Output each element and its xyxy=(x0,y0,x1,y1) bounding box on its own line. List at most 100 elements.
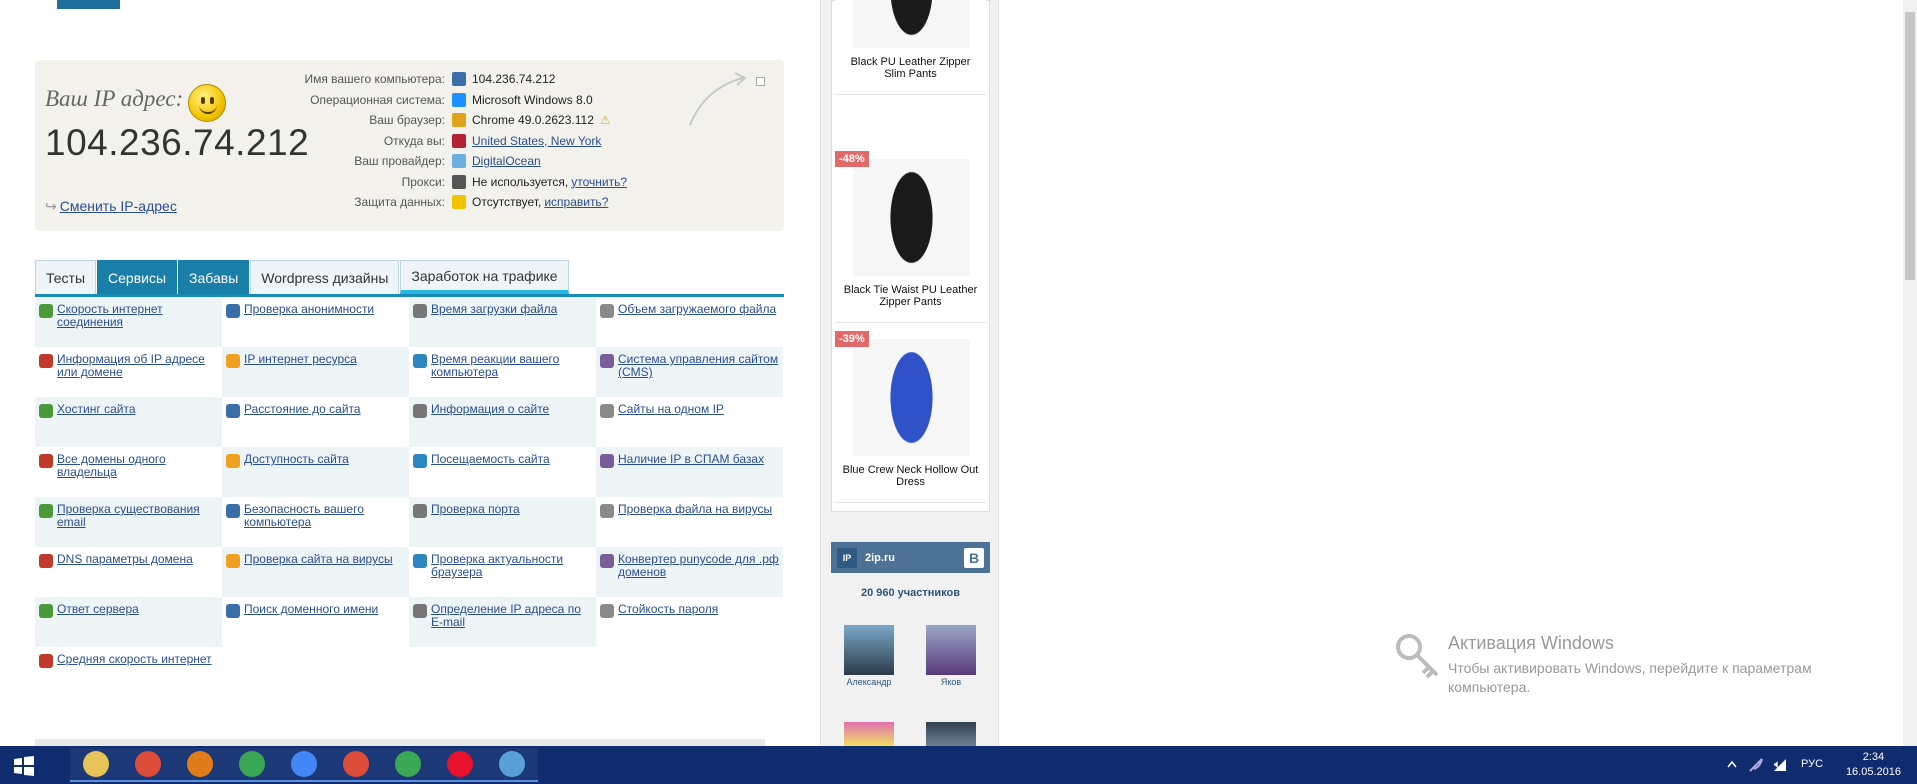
tab-2[interactable]: Забавы xyxy=(178,260,250,294)
taskbar-app[interactable] xyxy=(330,748,382,782)
scrollbar-thumb[interactable] xyxy=(1905,12,1915,280)
product-image[interactable] xyxy=(853,339,970,456)
service-cell[interactable]: Поиск доменного имени xyxy=(222,597,409,647)
service-link[interactable]: Сайты на одном IP xyxy=(618,403,724,416)
service-link[interactable]: IP интернет ресурса xyxy=(244,353,357,366)
service-link[interactable]: Система управления сайтом (CMS) xyxy=(618,353,779,379)
service-link[interactable]: Проверка порта xyxy=(431,503,520,516)
taskbar-app[interactable] xyxy=(122,748,174,782)
service-link[interactable]: Определение IP адреса по E-mail xyxy=(431,603,592,629)
tray-up-arrow-icon[interactable] xyxy=(1726,759,1738,771)
vk-members-count[interactable]: 20 960 участников xyxy=(831,587,990,599)
service-link[interactable]: Средняя скорость интернет xyxy=(57,653,212,666)
service-cell[interactable]: Проверка анонимности xyxy=(222,297,409,347)
service-link[interactable]: Доступность сайта xyxy=(244,453,349,466)
info-value-text[interactable]: United States, New York xyxy=(472,134,601,148)
taskbar-app[interactable] xyxy=(382,748,434,782)
service-link[interactable]: Поиск доменного имени xyxy=(244,603,378,616)
product-name[interactable]: Black PU Leather Zipper Slim Pants xyxy=(839,56,982,80)
service-cell[interactable]: Определение IP адреса по E-mail xyxy=(409,597,596,647)
service-cell[interactable]: Наличие IP в СПАМ базах xyxy=(596,447,783,497)
service-cell[interactable]: Доступность сайта xyxy=(222,447,409,497)
service-link[interactable]: Время реакции вашего компьютера xyxy=(431,353,592,379)
service-cell[interactable]: Проверка существования email xyxy=(35,497,222,547)
service-cell[interactable]: Расстояние до сайта xyxy=(222,397,409,447)
taskbar-app[interactable] xyxy=(226,748,278,782)
info-value-text[interactable]: DigitalOcean xyxy=(472,154,541,168)
product-card[interactable]: Blue Crew Neck Hollow Out Dress -39% xyxy=(835,331,986,503)
vk-logo-icon[interactable]: В xyxy=(964,547,984,568)
service-cell[interactable]: IP интернет ресурса xyxy=(222,347,409,397)
service-link[interactable]: Ответ сервера xyxy=(57,603,139,616)
service-cell[interactable]: DNS параметры домена xyxy=(35,547,222,597)
close-box-icon[interactable] xyxy=(756,77,765,86)
service-cell[interactable]: Хостинг сайта xyxy=(35,397,222,447)
service-link[interactable]: Проверка сайта на вирусы xyxy=(244,553,393,566)
service-cell[interactable]: Объем загружаемого файла xyxy=(596,297,783,347)
service-link[interactable]: Скорость интернет соединения xyxy=(57,303,218,329)
service-link[interactable]: Проверка анонимности xyxy=(244,303,374,316)
tab-3[interactable]: Wordpress дизайны xyxy=(250,260,400,294)
service-link[interactable]: Информация о сайте xyxy=(431,403,549,416)
service-cell[interactable]: Ответ сервера xyxy=(35,597,222,647)
service-cell[interactable]: Проверка файла на вирусы xyxy=(596,497,783,547)
feather-icon[interactable] xyxy=(1748,757,1764,773)
service-link[interactable]: Все домены одного владельца xyxy=(57,453,218,479)
service-link[interactable]: Расстояние до сайта xyxy=(244,403,361,416)
service-cell[interactable]: Скорость интернет соединения xyxy=(35,297,222,347)
tab-0[interactable]: Тесты xyxy=(35,260,97,294)
vk-widget-header[interactable]: IP 2ip.ru В xyxy=(831,542,990,573)
product-card[interactable]: Black PU Leather Zipper Slim Pants xyxy=(835,0,986,95)
service-link[interactable]: Хостинг сайта xyxy=(57,403,136,416)
service-cell[interactable]: Время загрузки файла xyxy=(409,297,596,347)
tab-1[interactable]: Сервисы xyxy=(97,260,178,294)
vk-member[interactable] xyxy=(925,722,977,748)
product-card[interactable]: Black Tie Waist PU Leather Zipper Pants -… xyxy=(835,151,986,323)
change-ip-label[interactable]: Сменить IP-адрес xyxy=(60,198,177,214)
vk-member[interactable]: Яков xyxy=(925,625,977,687)
windows-start-icon[interactable] xyxy=(14,756,34,779)
change-ip-link[interactable]: ↪ Сменить IP-адрес xyxy=(45,198,177,215)
service-cell[interactable]: Стойкость пароля xyxy=(596,597,783,647)
language-indicator[interactable]: РУС xyxy=(1801,758,1823,770)
service-link[interactable]: Время загрузки файла xyxy=(431,303,557,316)
service-link[interactable]: Объем загружаемого файла xyxy=(618,303,776,316)
service-link[interactable]: DNS параметры домена xyxy=(57,553,193,566)
product-name[interactable]: Blue Crew Neck Hollow Out Dress xyxy=(839,464,982,488)
info-extra-link[interactable]: исправить? xyxy=(544,195,608,209)
taskbar-app[interactable] xyxy=(278,748,330,782)
service-cell[interactable]: Конвертер punycode для .рф доменов xyxy=(596,547,783,597)
tab-4[interactable]: Заработок на трафике xyxy=(400,260,569,294)
service-cell[interactable]: Средняя скорость интернет xyxy=(35,647,222,697)
service-cell[interactable]: Время реакции вашего компьютера xyxy=(409,347,596,397)
service-cell[interactable]: Все домены одного владельца xyxy=(35,447,222,497)
service-cell[interactable]: Проверка порта xyxy=(409,497,596,547)
service-link[interactable]: Наличие IP в СПАМ базах xyxy=(618,453,764,466)
info-value[interactable]: DigitalOcean xyxy=(452,154,541,168)
clock[interactable]: 2:34 16.05.2016 xyxy=(1846,750,1901,780)
taskbar-app[interactable] xyxy=(486,748,538,782)
taskbar-app[interactable] xyxy=(434,748,486,782)
product-image[interactable] xyxy=(853,159,970,276)
service-cell[interactable]: Проверка актуальности браузера xyxy=(409,547,596,597)
service-cell[interactable]: Безопасность вашего компьютера xyxy=(222,497,409,547)
service-cell[interactable]: Информация о сайте xyxy=(409,397,596,447)
product-image[interactable] xyxy=(853,0,970,48)
service-cell[interactable]: Проверка сайта на вирусы xyxy=(222,547,409,597)
service-link[interactable]: Проверка актуальности браузера xyxy=(431,553,592,579)
info-value[interactable]: United States, New York xyxy=(452,133,601,148)
info-extra-link[interactable]: уточнить? xyxy=(571,175,627,189)
service-cell[interactable]: Посещаемость сайта xyxy=(409,447,596,497)
taskbar-app[interactable] xyxy=(174,748,226,782)
service-link[interactable]: Информация об IP адресе или домене xyxy=(57,353,218,379)
service-link[interactable]: Проверка файла на вирусы xyxy=(618,503,772,516)
service-link[interactable]: Безопасность вашего компьютера xyxy=(244,503,405,529)
service-cell[interactable]: Информация об IP адресе или домене xyxy=(35,347,222,397)
speaker-icon[interactable]: 🔈︎ xyxy=(1774,757,1781,772)
product-name[interactable]: Black Tie Waist PU Leather Zipper Pants xyxy=(839,284,982,308)
service-link[interactable]: Посещаемость сайта xyxy=(431,453,550,466)
service-link[interactable]: Стойкость пароля xyxy=(618,603,718,616)
vk-member[interactable]: Александр xyxy=(843,625,895,687)
service-cell[interactable]: Сайты на одном IP xyxy=(596,397,783,447)
service-link[interactable]: Проверка существования email xyxy=(57,503,218,529)
